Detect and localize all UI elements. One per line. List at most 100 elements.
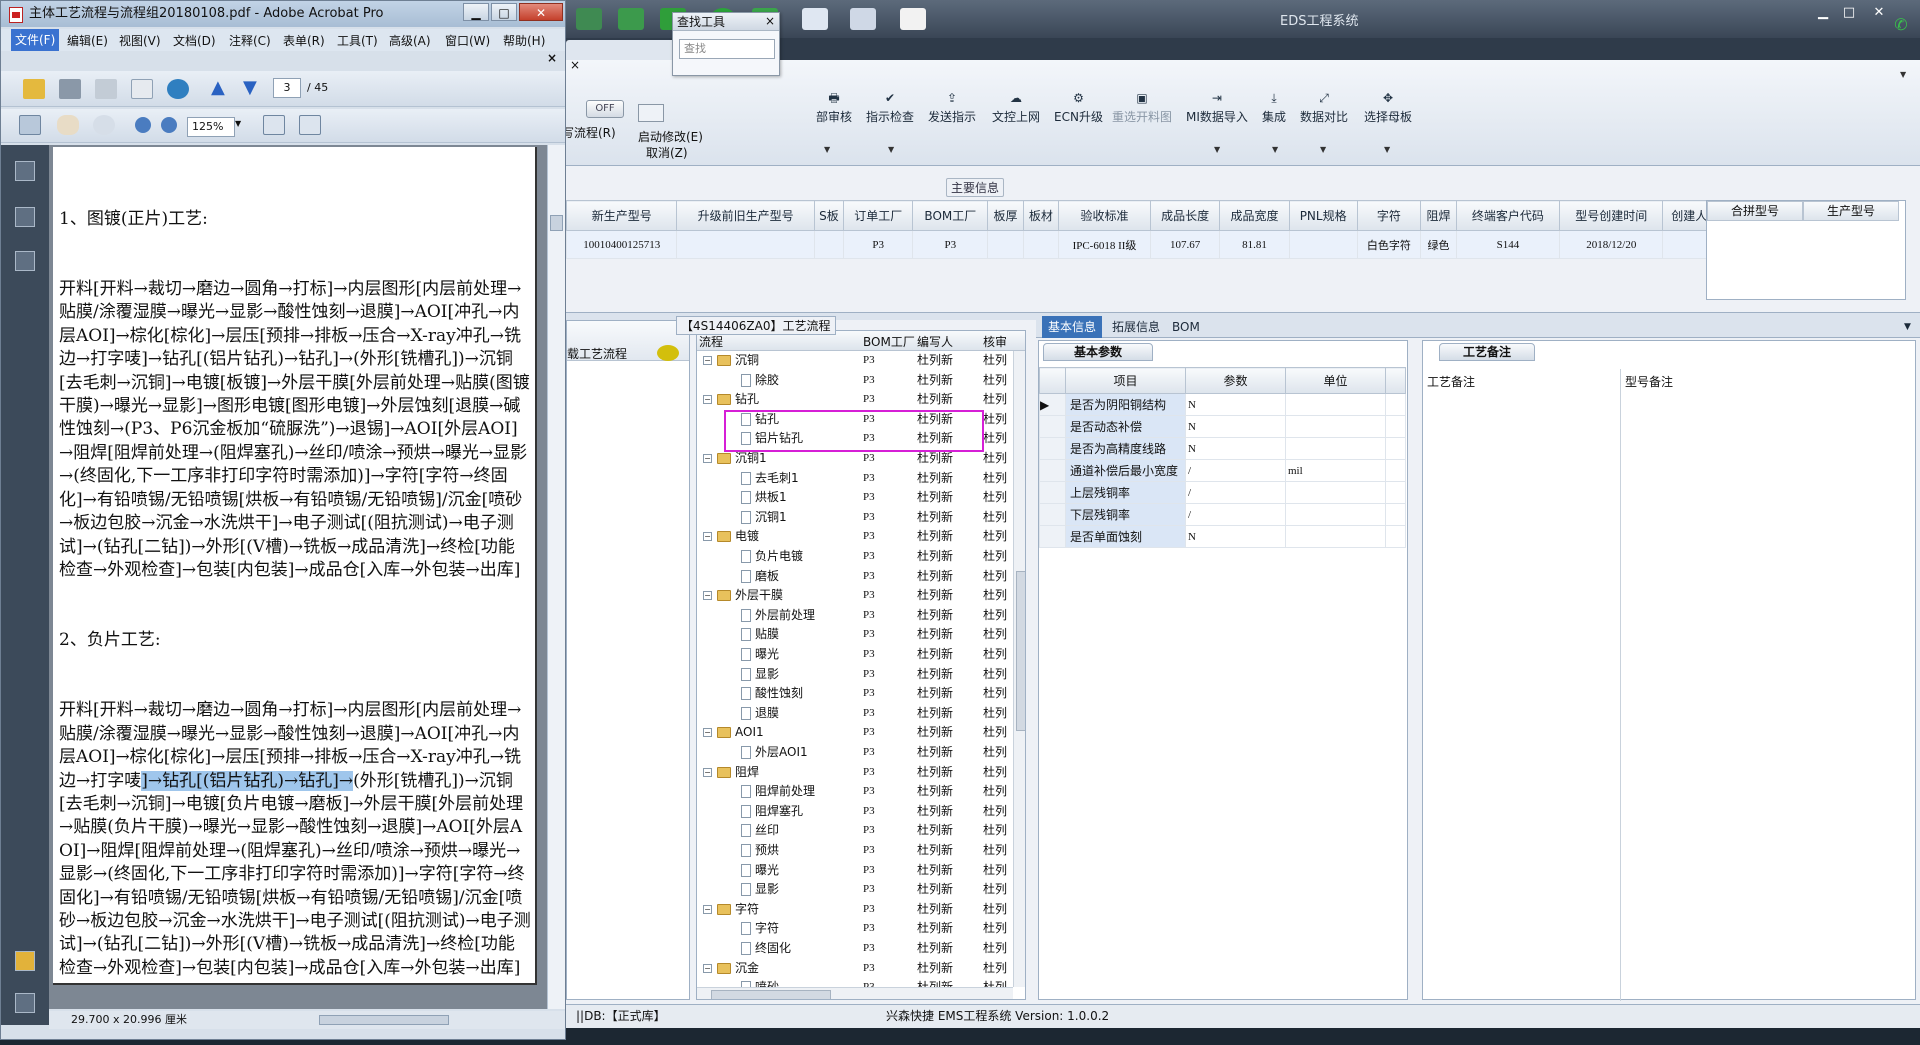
monitor-icon[interactable] [850,8,876,30]
document-vertical-scrollbar[interactable] [547,145,565,1009]
save-icon[interactable] [95,79,117,99]
flow-vertical-scrollbar[interactable] [1013,351,1025,987]
tree-item[interactable]: 退膜 P3 杜列新 杜列 [697,704,1013,723]
menu-edit[interactable]: 编辑(E) [67,32,108,49]
tree-item[interactable]: 外层AOI1 P3 杜列新 杜列 [697,743,1013,762]
table-cell[interactable]: 2018/12/20 [1559,230,1664,259]
collapse-icon[interactable]: − [703,395,712,405]
param-value[interactable]: / [1185,503,1286,526]
row-selector[interactable] [1039,503,1066,526]
chevron-down-icon[interactable]: ▼ [888,145,894,154]
collapse-icon[interactable]: − [703,963,712,973]
tree-item[interactable]: − 字符 P3 杜列新 杜列 [697,900,1013,919]
start-modify-icon[interactable] [638,104,664,122]
table-header[interactable]: 成品长度 [1149,200,1221,231]
eds-minimize-button[interactable]: ▁ [1810,4,1836,22]
ribbon-check-button[interactable]: ✔ 指示检查 [866,92,914,125]
tree-item[interactable]: 去毛刺1 P3 杜列新 杜列 [697,469,1013,488]
pdf-selected-text[interactable]: ]→钻孔[(铝片钻孔)→钻孔]→ [141,770,354,791]
tree-item[interactable]: − 沉金 P3 杜列新 杜列 [697,959,1013,978]
menu-comment[interactable]: 注释(C) [229,32,271,49]
menu-document[interactable]: 文档(D) [173,32,216,49]
table-cell[interactable] [987,230,1024,259]
pdf-paragraph[interactable]: 1、图镀(正片)工艺: [59,208,531,231]
next-page-icon[interactable]: ▼ [243,79,261,99]
table-row[interactable]: 通道补偿后最小宽度 / mil [1039,459,1406,482]
param-unit[interactable]: mil [1285,459,1386,482]
param-value[interactable]: N [1185,393,1286,416]
param-unit[interactable] [1285,415,1386,438]
table-row[interactable]: ▶ 是否为阴阳铜结构 N [1039,393,1406,416]
col-header-bom[interactable]: BOM工厂 [863,333,915,350]
param-unit[interactable] [1285,481,1386,504]
ribbon-compare-button[interactable]: ⤢ 数据对比 [1300,92,1348,125]
tree-item[interactable]: 烘板1 P3 杜列新 杜列 [697,488,1013,507]
full-screen-icon[interactable] [299,115,321,135]
close-document-icon[interactable]: × [547,51,557,65]
table-cell[interactable] [813,230,845,259]
ribbon-select-motherboard-button[interactable]: ✥ 选择母板 [1364,92,1412,125]
table-cell[interactable]: P3 [843,230,914,259]
col-header-item[interactable]: 项目 [1065,367,1186,394]
off-toggle[interactable]: OFF [586,100,624,118]
table-row[interactable]: 是否为高精度线路 N [1039,437,1406,460]
document-tab[interactable] [566,40,686,60]
bookmarks-icon[interactable] [15,207,35,227]
table-header[interactable]: 验收标准 [1058,200,1151,231]
previous-page-icon[interactable]: ▲ [211,79,229,99]
model-remark-column[interactable]: 型号备注 [1621,369,1915,1001]
ribbon-reselect-button[interactable]: ▣ 重选开料图 [1112,92,1172,125]
close-tab-icon[interactable]: × [570,58,580,72]
pdf-text-block[interactable]: 1、图镀(正片)工艺: 开料[开料→裁切→磨边→圆角→打标]→内层图形[内层前处… [59,161,531,983]
phone-icon[interactable]: ✆ [1888,16,1914,34]
param-value[interactable]: N [1185,437,1286,460]
minimize-button[interactable]: ▁ [463,3,489,21]
tab-bom[interactable]: BOM [1166,316,1206,338]
tree-item[interactable]: − 沉铜 P3 杜列新 杜列 [697,351,1013,370]
table-header[interactable]: S板 [813,200,845,231]
collapse-icon[interactable]: − [703,356,712,365]
param-value[interactable]: N [1185,525,1286,548]
table-cell[interactable] [1288,230,1358,259]
tree-item[interactable]: 曝光 P3 杜列新 杜列 [697,861,1013,880]
chevron-down-icon[interactable]: ▼ [1384,145,1390,154]
table-cell[interactable]: P3 [912,230,989,259]
pdf-text[interactable]: (外形[铣槽孔])→沉铜[去毛刺→沉铜]→电镀[负片电镀→磨板]→外层干膜[外层… [59,771,531,978]
table-header[interactable]: 终端客户代码 [1455,200,1561,231]
table-cell[interactable] [676,230,815,259]
param-unit[interactable] [1285,503,1386,526]
tree-item[interactable]: − 外层干膜 P3 杜列新 杜列 [697,586,1013,605]
zoom-level-input[interactable]: 125% [187,117,235,137]
table-header[interactable]: 新生产型号 [565,200,678,231]
row-selector[interactable]: ▶ [1039,393,1066,416]
param-value[interactable]: / [1185,481,1286,504]
table-header[interactable]: 板材 [1022,200,1060,231]
comments-icon[interactable] [15,951,35,971]
tree-item[interactable]: 字符 P3 杜列新 杜列 [697,919,1013,938]
tree-item[interactable]: − 阻焊 P3 杜列新 杜列 [697,763,1013,782]
collapse-icon[interactable]: − [703,591,712,601]
signatures-icon[interactable] [15,251,35,271]
process-remark-column[interactable]: 工艺备注 [1423,369,1621,1001]
collapse-icon[interactable]: − [703,728,712,738]
chevron-down-icon[interactable]: ▼ [1272,145,1278,154]
eds-maximize-button[interactable]: □ [1836,4,1862,22]
keyboard-icon[interactable] [802,8,828,30]
row-selector[interactable] [1039,415,1066,438]
collapse-icon[interactable]: − [703,767,712,777]
table-row[interactable]: 是否单面蚀刻 N [1039,525,1406,548]
param-value[interactable]: N [1185,415,1286,438]
table-cell[interactable]: 81.81 [1219,230,1290,259]
table-row[interactable]: 下层残铜率 / [1039,503,1406,526]
param-value[interactable]: / [1185,459,1286,482]
table-cell[interactable] [1022,230,1060,259]
select-tool-icon[interactable] [19,115,41,135]
table-cell[interactable]: 绿色 [1420,230,1457,259]
tree-item[interactable]: 除胶 P3 杜列新 杜列 [697,371,1013,390]
collapse-icon[interactable]: − [703,532,712,542]
row-selector[interactable] [1039,437,1066,460]
chevron-down-icon[interactable]: ▼ [1898,316,1917,338]
tree-item[interactable]: 酸性蚀刻 P3 杜列新 杜列 [697,684,1013,703]
hand-tool-icon[interactable] [57,115,79,135]
horizontal-scroll-thumb[interactable] [319,1015,449,1025]
